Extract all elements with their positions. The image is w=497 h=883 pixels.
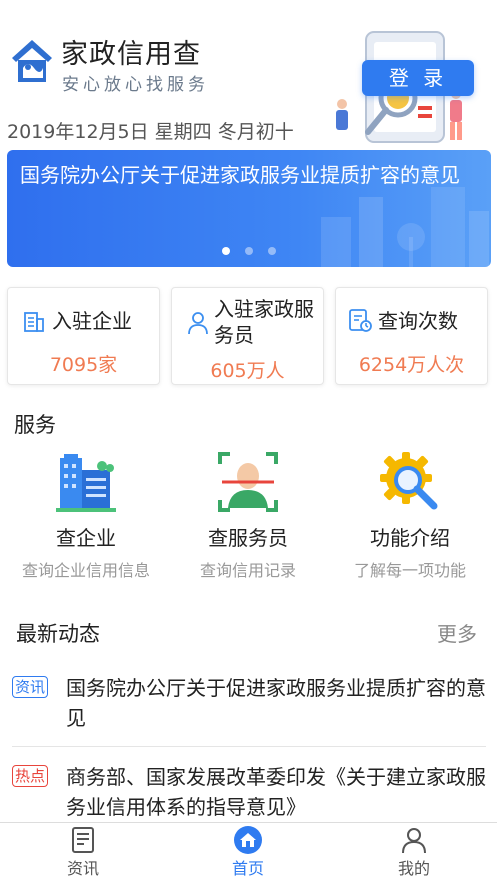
login-button[interactable]: 登 录 [362, 60, 474, 96]
stat-card-companies[interactable]: 入驻企业 7095家 [7, 287, 160, 385]
stat-label: 入驻家政服务员 [214, 297, 314, 347]
tab-news[interactable]: 资讯 [23, 825, 143, 879]
date-text: 2019年12月5日 星期四 冬月初十 [7, 121, 294, 143]
service-desc: 查询信用记录 [199, 561, 296, 580]
news-headline: 商务部、国家发展改革委印发《关于建立家政服务业信用体系的指导意见》 [66, 765, 486, 819]
tab-home[interactable]: 首页 [188, 825, 308, 879]
building-icon [24, 312, 44, 332]
news-tag-hot: 热点 [12, 765, 49, 787]
banner-headline: 国务院办公厅关于促进家政服务业提质扩容的意见 [20, 163, 460, 187]
company-building-icon [56, 454, 116, 512]
tab-profile[interactable]: 我的 [354, 825, 474, 879]
service-name: 查服务员 [208, 526, 288, 550]
service-name: 功能介绍 [370, 526, 450, 550]
stat-value: 6254万人次 [358, 354, 465, 376]
carousel-dot-2[interactable] [245, 247, 253, 255]
person-icon [188, 312, 208, 335]
carousel-dots [7, 240, 491, 259]
news-title: 最新动态 [16, 622, 100, 646]
service-worker-lookup[interactable]: 查服务员 查询信用记录 [168, 450, 328, 581]
service-feature-intro[interactable]: 功能介绍 了解每一项功能 [330, 450, 490, 581]
news-banner[interactable]: 国务院办公厅关于促进家政服务业提质扩容的意见 [7, 150, 491, 267]
news-divider [12, 746, 486, 747]
tab-label: 我的 [397, 859, 430, 878]
home-icon [234, 826, 262, 854]
house-logo-icon [12, 40, 52, 82]
stat-label: 入驻企业 [52, 309, 132, 333]
news-tag-info: 资讯 [12, 676, 49, 698]
services-title: 服务 [14, 413, 56, 437]
tab-label: 资讯 [66, 859, 99, 878]
gear-magnifier-icon [380, 452, 438, 510]
service-desc: 了解每一项功能 [353, 561, 466, 580]
service-name: 查企业 [56, 526, 116, 550]
carousel-dot-3[interactable] [268, 247, 277, 255]
search-doc-icon [349, 309, 372, 332]
stat-value: 7095家 [49, 354, 118, 376]
app-title: 家政信用查 [61, 39, 201, 70]
carousel-dot-1[interactable] [221, 247, 230, 255]
header: 家政信用查 安心放心找服务 登 录 2019年12月5日 星期四 冬月初十 [0, 0, 497, 150]
news-headline: 国务院办公厅关于促进家政服务业提质扩容的意见 [66, 676, 486, 730]
app-slogan: 安心放心找服务 [62, 75, 209, 95]
bottom-tab-bar: 资讯 首页 我的 [0, 822, 497, 883]
stat-card-queries[interactable]: 查询次数 6254万人次 [335, 287, 488, 385]
tab-label: 首页 [231, 859, 264, 878]
face-scan-icon [218, 452, 278, 512]
stat-value: 605万人 [210, 360, 285, 382]
service-desc: 查询企业信用信息 [21, 561, 150, 580]
news-icon [72, 827, 94, 853]
news-item[interactable]: 资讯 国务院办公厅关于促进家政服务业提质扩容的意见 [12, 673, 486, 735]
news-more-link[interactable]: 更多 [437, 618, 477, 647]
stat-card-workers[interactable]: 入驻家政服务员 605万人 [171, 287, 324, 385]
user-icon [402, 828, 426, 854]
service-company-lookup[interactable]: 查企业 查询企业信用信息 [6, 450, 166, 581]
stat-label: 查询次数 [378, 309, 458, 333]
news-item[interactable]: 热点 商务部、国家发展改革委印发《关于建立家政服务业信用体系的指导意见》 [12, 762, 486, 822]
